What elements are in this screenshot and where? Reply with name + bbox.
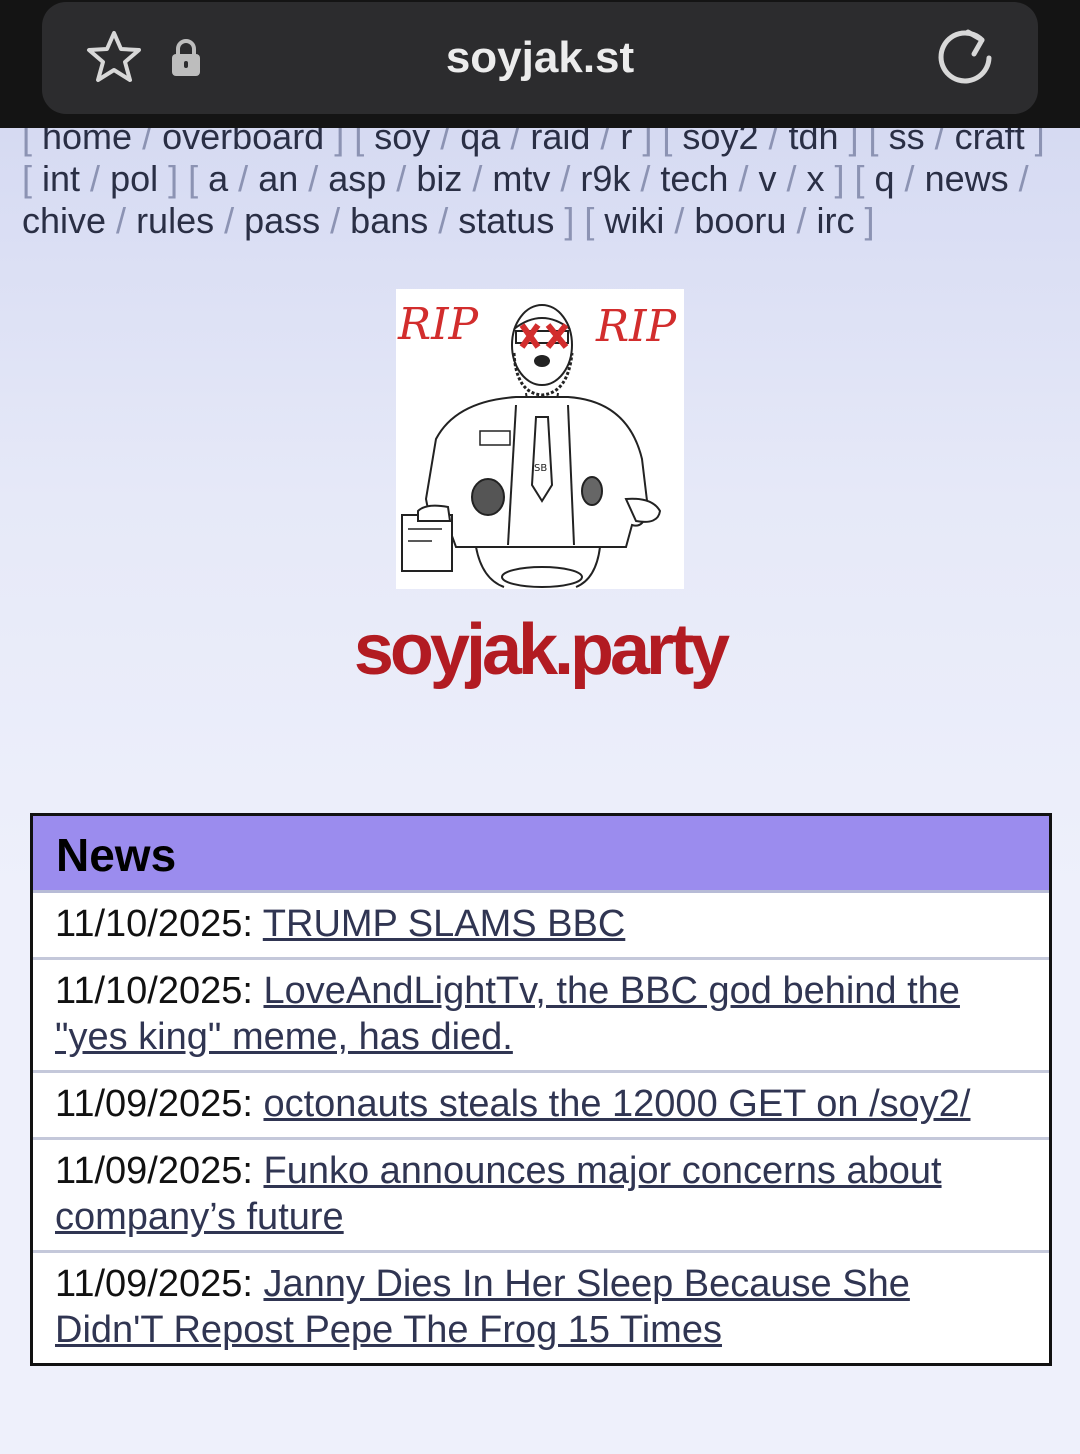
slash-separator: /	[320, 200, 351, 241]
board-link-asp[interactable]: asp	[328, 158, 386, 199]
news-item: 11/10/2025: TRUMP SLAMS BBC	[33, 893, 1049, 960]
slash-separator: /	[80, 158, 111, 199]
board-link-news[interactable]: news	[925, 158, 1009, 199]
board-link-tech[interactable]: tech	[660, 158, 728, 199]
slash-separator: /	[630, 158, 661, 199]
news-item: 11/09/2025: octonauts steals the 12000 G…	[33, 1073, 1049, 1140]
reload-icon[interactable]	[934, 26, 998, 90]
bracket-close: ]	[158, 158, 189, 199]
board-link-rules[interactable]: rules	[136, 200, 214, 241]
bracket-open: [	[854, 158, 875, 199]
board-link-bans[interactable]: bans	[350, 200, 428, 241]
slash-separator: /	[550, 158, 581, 199]
board-link-an[interactable]: an	[258, 158, 298, 199]
news-item: 11/10/2025: LoveAndLightTv, the BBC god …	[33, 960, 1049, 1073]
board-link-a[interactable]: a	[208, 158, 228, 199]
slash-separator: /	[428, 200, 459, 241]
site-logo: RIP RIP SB	[396, 289, 684, 589]
board-navigation: [ home / overboard ] [ soy / qa / raid /…	[22, 116, 1062, 242]
news-item: 11/09/2025: Funko announces major concer…	[33, 1140, 1049, 1253]
bracket-close: ]	[554, 200, 585, 241]
board-link-irc[interactable]: irc	[816, 200, 854, 241]
news-date: 11/09/2025:	[55, 1083, 264, 1125]
slash-separator: /	[106, 200, 137, 241]
board-link-v[interactable]: v	[758, 158, 776, 199]
board-link-biz[interactable]: biz	[416, 158, 462, 199]
slash-separator: /	[298, 158, 329, 199]
news-date: 11/10/2025:	[55, 903, 263, 945]
slash-separator: /	[776, 158, 807, 199]
board-link-q[interactable]: q	[875, 158, 895, 199]
board-link-chive[interactable]: chive	[22, 200, 106, 241]
browser-toolbar: soyjak.st	[0, 0, 1080, 128]
slash-separator: /	[462, 158, 493, 199]
slash-separator: /	[1008, 158, 1029, 199]
slash-separator: /	[728, 158, 759, 199]
bracket-close: ]	[824, 158, 855, 199]
board-link-int[interactable]: int	[42, 158, 80, 199]
soyjak-drawing: RIP RIP SB	[397, 299, 678, 588]
badge-text: SB	[534, 463, 547, 474]
bracket-open: [	[584, 200, 605, 241]
bracket-open: [	[188, 158, 209, 199]
site-title: soyjak.party	[353, 610, 730, 690]
board-link-pol[interactable]: pol	[110, 158, 158, 199]
news-item: 11/09/2025: Janny Dies In Her Sleep Beca…	[33, 1253, 1049, 1363]
news-list: 11/10/2025: TRUMP SLAMS BBC 11/10/2025: L…	[33, 893, 1049, 1363]
board-link-status[interactable]: status	[458, 200, 554, 241]
news-date: 11/09/2025:	[55, 1263, 264, 1305]
slash-separator: /	[664, 200, 695, 241]
board-link-x[interactable]: x	[806, 158, 824, 199]
news-link[interactable]: octonauts steals the 12000 GET on /soy2/	[263, 1083, 970, 1125]
board-link-mtv[interactable]: mtv	[492, 158, 550, 199]
rip-left-text: RIP	[397, 299, 480, 350]
rip-right-text: RIP	[595, 301, 678, 352]
bracket-open: [	[22, 158, 43, 199]
news-date: 11/10/2025:	[55, 970, 264, 1012]
slash-separator: /	[386, 158, 417, 199]
board-link-pass[interactable]: pass	[244, 200, 320, 241]
news-link[interactable]: TRUMP SLAMS BBC	[263, 903, 625, 945]
news-box: News 11/10/2025: TRUMP SLAMS BBC 11/10/20…	[30, 813, 1052, 1366]
slash-separator: /	[214, 200, 245, 241]
slash-separator: /	[228, 158, 259, 199]
bracket-close: ]	[854, 200, 875, 241]
slash-separator: /	[894, 158, 925, 199]
board-link-wiki[interactable]: wiki	[604, 200, 664, 241]
news-heading: News	[33, 816, 1049, 893]
board-link-r9k[interactable]: r9k	[580, 158, 630, 199]
url-text[interactable]: soyjak.st	[0, 32, 1080, 84]
board-link-booru[interactable]: booru	[694, 200, 786, 241]
news-date: 11/09/2025:	[55, 1150, 264, 1192]
slash-separator: /	[786, 200, 817, 241]
